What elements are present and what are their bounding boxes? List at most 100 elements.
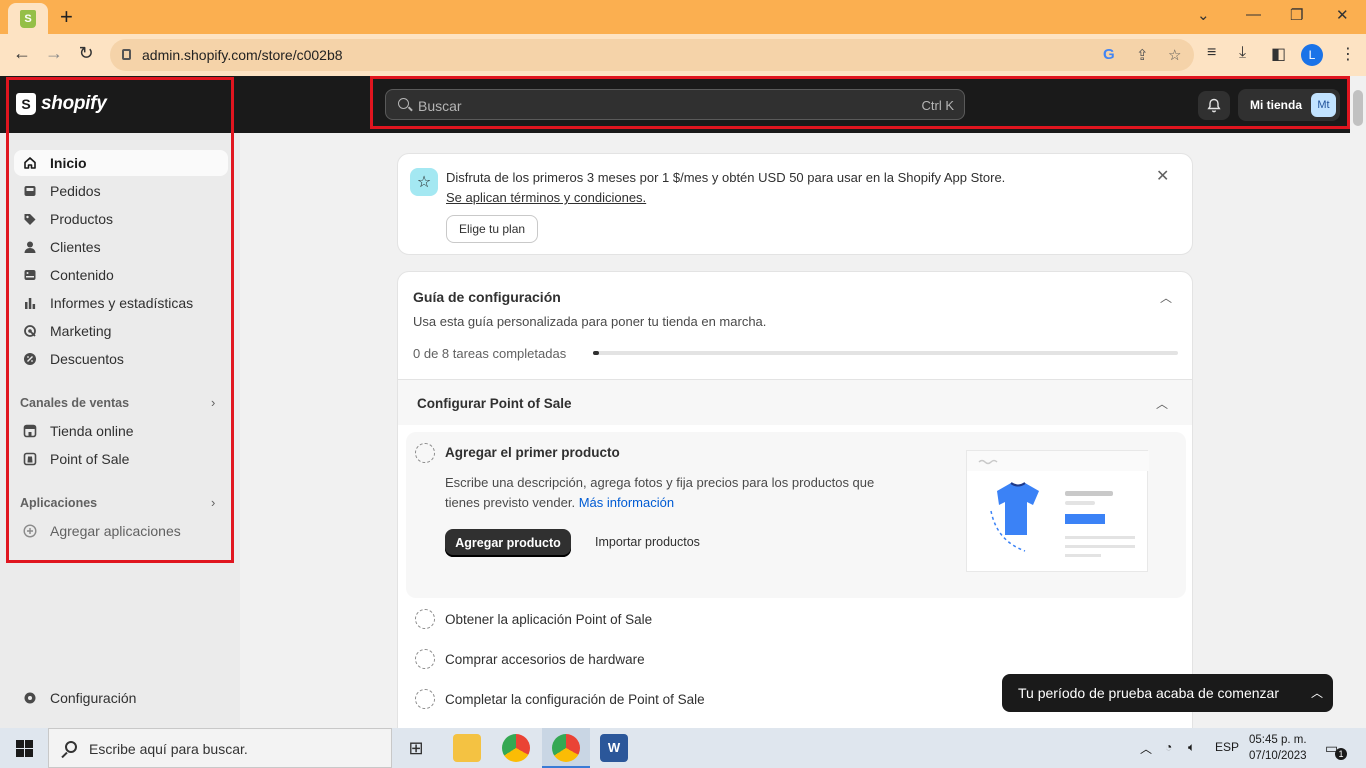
plus-circle-icon — [23, 524, 37, 538]
taskbar-clock[interactable]: 05:45 p. m. 07/10/2023 — [1249, 732, 1307, 764]
tab-search-chevron-icon[interactable]: ⌄ — [1197, 6, 1210, 24]
sidebar-item-informes[interactable]: Informes y estadísticas — [14, 290, 228, 316]
chevron-right-icon[interactable]: › — [211, 395, 215, 410]
sidebar-item-label: Marketing — [50, 323, 112, 339]
apps-heading[interactable]: Aplicaciones — [20, 496, 97, 510]
browser-tab[interactable]: S — [8, 3, 48, 34]
sidebar-item-label: Clientes — [50, 239, 101, 255]
word-icon[interactable]: W — [600, 734, 628, 762]
profile-avatar[interactable]: L — [1301, 44, 1323, 66]
sidebar-item-inicio[interactable]: Inicio — [14, 150, 228, 176]
task-status-circle-icon[interactable] — [415, 689, 435, 709]
chevron-up-icon[interactable]: ︿ — [1311, 684, 1323, 701]
back-arrow-icon[interactable]: ← — [10, 43, 34, 64]
google-icon[interactable]: G — [1103, 46, 1115, 63]
terms-link[interactable]: Se aplican términos y condiciones. — [446, 190, 646, 205]
page-scrollbar[interactable] — [1350, 76, 1366, 728]
address-bar[interactable]: admin.shopify.com/store/c002b8 G ⇪ ☆ — [110, 39, 1194, 71]
setup-guide-card: Guía de configuración ︿ Usa esta guía pe… — [397, 271, 1193, 741]
search-input[interactable]: Buscar Ctrl K — [385, 89, 965, 120]
search-placeholder: Buscar — [418, 98, 462, 114]
reload-icon[interactable]: ↻ — [74, 43, 98, 64]
trial-started-toast[interactable]: Tu período de prueba acaba de comenzar ︿ — [1002, 674, 1333, 712]
scrollbar-thumb[interactable] — [1353, 90, 1363, 126]
task-description-text: tienes previsto vender. — [445, 495, 576, 510]
sidebar-item-label: Inicio — [50, 155, 87, 171]
close-icon[interactable]: ✕ — [1156, 166, 1169, 186]
pos-icon — [23, 452, 37, 466]
task-buy-hardware[interactable]: Comprar accesorios de hardware — [398, 644, 1192, 674]
volume-icon[interactable]: 🔈︎ — [1188, 740, 1195, 755]
task-view-icon[interactable]: ⊞ — [402, 734, 430, 762]
task-status-circle-icon[interactable] — [415, 609, 435, 629]
share-icon[interactable]: ⇪ — [1136, 46, 1149, 64]
close-window-icon[interactable]: ✕ — [1336, 6, 1349, 24]
task-status-circle-icon[interactable] — [415, 443, 435, 463]
restore-icon[interactable]: ❐ — [1290, 6, 1303, 24]
minimize-icon[interactable]: — — [1246, 6, 1261, 23]
side-panel-icon[interactable]: ◧ — [1271, 44, 1286, 64]
task-get-pos-app[interactable]: Obtener la aplicación Point of Sale — [398, 604, 1192, 634]
chevron-up-icon[interactable]: ︿ — [1160, 289, 1172, 306]
url-text: admin.shopify.com/store/c002b8 — [142, 47, 343, 63]
windows-taskbar: Escribe aquí para buscar. ⊞ W ︿ ◔ 🔈︎ ESP… — [0, 728, 1366, 768]
download-icon[interactable]: ⤓ — [1239, 44, 1246, 62]
search-icon — [65, 741, 77, 753]
star-icon: ☆ — [410, 168, 438, 196]
chrome-profile-icon — [552, 734, 580, 762]
sidebar-item-pedidos[interactable]: Pedidos — [14, 178, 228, 204]
shopify-logo[interactable]: S shopify — [16, 93, 107, 115]
sales-channels-heading[interactable]: Canales de ventas — [20, 396, 129, 410]
active-chrome-window[interactable] — [542, 728, 590, 768]
task-title[interactable]: Agregar el primer producto — [445, 445, 620, 460]
chevron-right-icon[interactable]: › — [211, 495, 215, 510]
taskbar-search-input[interactable]: Escribe aquí para buscar. — [48, 728, 392, 768]
sidebar-item-point-of-sale[interactable]: Point of Sale — [14, 446, 228, 472]
notification-count-badge: 1 — [1335, 748, 1347, 760]
store-menu-button[interactable]: Mi tienda Mt — [1238, 89, 1340, 121]
sidebar-item-marketing[interactable]: Marketing — [14, 318, 228, 344]
chrome-icon[interactable] — [502, 734, 530, 762]
new-tab-button[interactable]: + — [60, 4, 73, 30]
file-explorer-icon[interactable] — [453, 734, 481, 762]
active-task-add-product: Agregar el primer producto Escribe una d… — [406, 432, 1186, 598]
sidebar-item-configuracion[interactable]: Configuración — [14, 685, 228, 711]
network-icon[interactable]: ◔ — [1165, 740, 1172, 754]
chart-icon — [23, 296, 37, 310]
sidebar-item-clientes[interactable]: Clientes — [14, 234, 228, 260]
language-indicator[interactable]: ESP — [1215, 740, 1239, 754]
clock-time: 05:45 p. m. — [1249, 734, 1307, 746]
choose-plan-button[interactable]: Elige tu plan — [446, 215, 539, 243]
sidebar-item-label: Informes y estadísticas — [50, 295, 194, 311]
windows-start-icon[interactable] — [16, 740, 33, 757]
task-label: Completar la configuración de Point of S… — [445, 692, 705, 707]
browser-menu-icon[interactable]: ⋮ — [1340, 44, 1356, 64]
section-title: Configurar Point of Sale — [417, 396, 572, 411]
progress-bar — [593, 351, 1178, 355]
sidebar-item-descuentos[interactable]: Descuentos — [14, 346, 228, 372]
pos-section-header[interactable]: Configurar Point of Sale ︿ — [398, 379, 1192, 425]
chevron-up-icon[interactable]: ︿ — [1156, 395, 1168, 412]
bookmark-star-icon[interactable]: ☆ — [1168, 46, 1181, 64]
notifications-button[interactable] — [1198, 91, 1230, 120]
toast-text: Tu período de prueba acaba de comenzar — [1018, 685, 1279, 701]
sidebar-item-label: Tienda online — [50, 423, 134, 439]
logo-text: shopify — [41, 93, 107, 114]
orders-icon — [23, 184, 37, 198]
admin-top-bar: S shopify Buscar Ctrl K Mi tienda Mt — [0, 76, 1350, 133]
import-products-button[interactable]: Importar productos — [595, 535, 700, 549]
sidebar-item-contenido[interactable]: Contenido — [14, 262, 228, 288]
sidebar-item-add-apps[interactable]: Agregar aplicaciones — [14, 518, 228, 544]
tray-chevron-icon[interactable]: ︿ — [1140, 740, 1152, 757]
add-product-button[interactable]: Agregar producto — [445, 529, 571, 557]
person-icon — [23, 240, 37, 254]
sidebar-item-productos[interactable]: Productos — [14, 206, 228, 232]
sidebar: Inicio Pedidos Productos Clientes Conten… — [0, 133, 240, 728]
sidebar-item-label: Pedidos — [50, 183, 101, 199]
media-queue-icon[interactable]: ≡ — [1207, 44, 1216, 62]
content-icon — [23, 268, 37, 282]
task-status-circle-icon[interactable] — [415, 649, 435, 669]
learn-more-link[interactable]: Más información — [579, 495, 674, 510]
sidebar-item-tienda-online[interactable]: Tienda online — [14, 418, 228, 444]
forward-arrow-icon[interactable]: → — [42, 43, 66, 64]
